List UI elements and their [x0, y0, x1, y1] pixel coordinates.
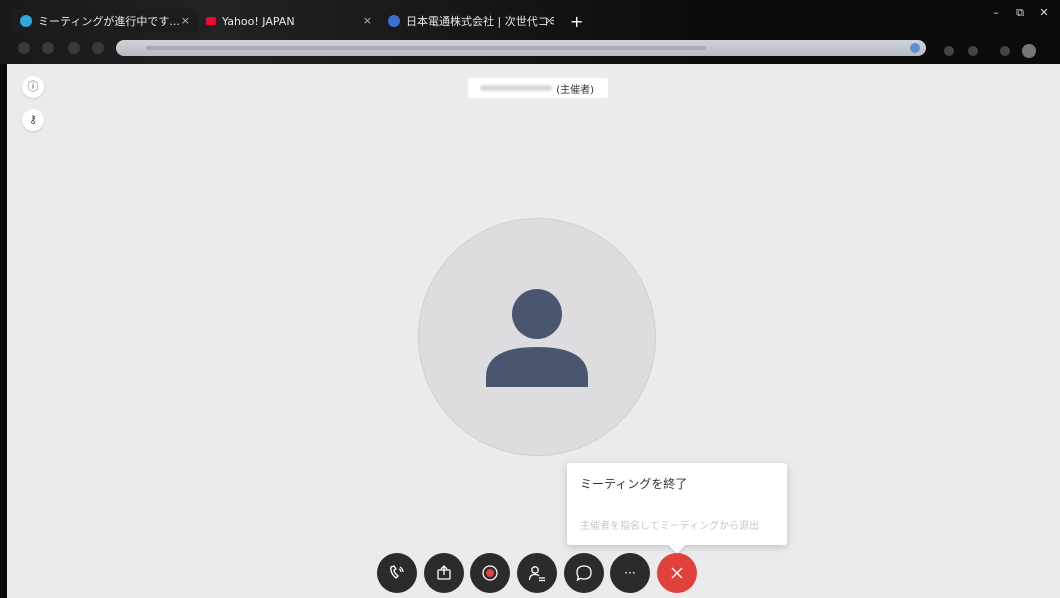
meeting-favicon-icon: [20, 15, 32, 27]
home-icon[interactable]: [92, 42, 104, 54]
host-label: (主催者): [468, 78, 608, 98]
more-icon: ···: [624, 566, 636, 580]
record-button[interactable]: [470, 553, 510, 593]
more-button[interactable]: ···: [610, 553, 650, 593]
extension-icon[interactable]: [944, 46, 954, 56]
close-icon[interactable]: ×: [545, 14, 554, 27]
close-icon[interactable]: ×: [363, 14, 372, 27]
close-window-button[interactable]: ✕: [1034, 6, 1054, 20]
end-call-button[interactable]: [657, 553, 697, 593]
person-icon: [486, 289, 588, 387]
tab-title: Yahoo! JAPAN: [222, 14, 295, 28]
phone-audio-icon: [390, 565, 404, 579]
record-icon: [482, 565, 498, 581]
participant-avatar: [418, 218, 656, 456]
forward-icon[interactable]: [42, 42, 54, 54]
info-icon[interactable]: ⓘ: [22, 76, 44, 98]
audio-button[interactable]: [377, 553, 417, 593]
close-icon: [671, 567, 683, 579]
host-name-blurred: [480, 85, 552, 91]
extension-icon[interactable]: [968, 46, 978, 56]
extension-icon[interactable]: [1000, 46, 1010, 56]
chat-button[interactable]: [564, 553, 604, 593]
address-bar[interactable]: [116, 40, 926, 56]
address-text-blurred: [146, 46, 706, 50]
restore-button[interactable]: ⧉: [1010, 6, 1030, 20]
globe-favicon-icon: [388, 15, 400, 27]
tab-yahoo[interactable]: Yahoo! JAPAN ×: [198, 9, 380, 33]
tab-title: ミーティングが進行中です...: [38, 15, 180, 28]
minimize-button[interactable]: –: [986, 6, 1006, 20]
chat-icon: [576, 565, 592, 582]
close-icon[interactable]: ×: [181, 14, 190, 27]
share-icon: [437, 565, 451, 580]
browser-chrome: ミーティングが進行中です... × Yahoo! JAPAN × 日本電通株式会…: [0, 0, 1060, 64]
participants-icon: [528, 566, 545, 582]
participants-button[interactable]: [517, 553, 557, 593]
host-suffix: (主催者): [556, 84, 594, 96]
end-meeting-menu: ミーティングを終了 主催者を指名してミーティングから退出: [567, 463, 787, 554]
new-tab-button[interactable]: +: [570, 12, 583, 31]
reload-icon[interactable]: [68, 42, 80, 54]
share-button[interactable]: [424, 553, 464, 593]
key-icon[interactable]: ⚷: [22, 109, 44, 131]
tab-nihon-dentsu[interactable]: 日本電通株式会社 | 次世代コミ ×: [380, 9, 562, 33]
tab-meeting[interactable]: ミーティングが進行中です... ×: [12, 9, 198, 33]
back-icon[interactable]: [18, 42, 30, 54]
yahoo-favicon-icon: [206, 17, 216, 25]
profile-avatar-icon[interactable]: [1022, 44, 1036, 58]
tab-title: 日本電通株式会社 | 次世代コミ: [406, 15, 554, 28]
tab-bar: ミーティングが進行中です... × Yahoo! JAPAN × 日本電通株式会…: [12, 8, 583, 34]
end-meeting-option[interactable]: ミーティングを終了: [580, 475, 687, 492]
window-controls: – ⧉ ✕: [986, 6, 1054, 20]
bookmark-star-icon[interactable]: [910, 43, 920, 53]
leave-meeting-option[interactable]: 主催者を指名してミーティングから退出: [580, 517, 759, 532]
